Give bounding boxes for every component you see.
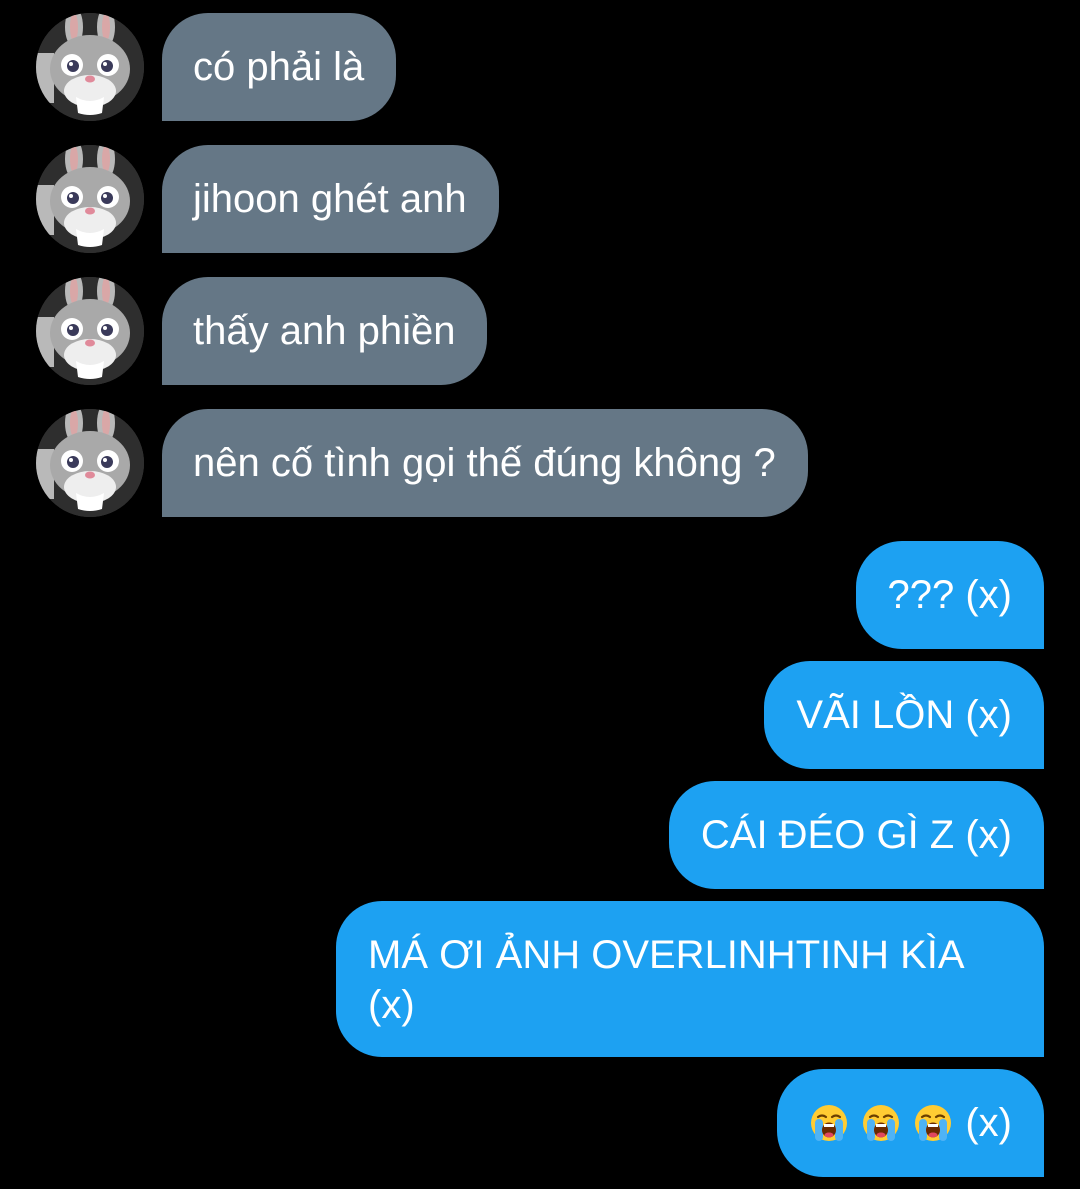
incoming-message-bubble[interactable]: thấy anh phiền [162,277,488,385]
message-text: (x) [965,1101,1012,1145]
message-text: nên cố tình gọi thế đúng không ? [193,441,776,485]
outgoing-message-bubble[interactable]: ??? (x) [855,541,1044,649]
incoming-message-bubble[interactable]: jihoon ghét anh [162,145,499,253]
outgoing-message-bubble[interactable]: MÁ ƠI ẢNH OVERLINHTINH KÌA (x) [336,901,1044,1057]
message-text: MÁ ƠI ẢNH OVERLINHTINH KÌA (x) [368,933,963,1027]
outgoing-message-bubble[interactable]: (x) [777,1069,1044,1177]
loudly-crying-face-icon [861,1103,901,1143]
loudly-crying-face-icon [809,1103,849,1143]
loudly-crying-face-icon [913,1103,953,1143]
message-text: VÃI LỒN (x) [796,693,1012,737]
outgoing-message-bubble[interactable]: CÁI ĐÉO GÌ Z (x) [668,781,1044,889]
outgoing-message-bubble[interactable]: VÃI LỒN (x) [764,661,1044,769]
conversation-thread: có phải là jihoon ghét anh thấy anh phiề… [0,0,1080,1189]
message-text: có phải là [193,45,365,89]
contact-avatar-icon[interactable] [36,277,144,385]
contact-avatar-icon[interactable] [36,13,144,121]
contact-avatar-icon[interactable] [36,409,144,517]
contact-avatar-icon[interactable] [36,145,144,253]
message-text: CÁI ĐÉO GÌ Z (x) [700,813,1012,857]
message-text: ??? (x) [887,573,1013,617]
message-text: jihoon ghét anh [193,177,467,221]
message-text: thấy anh phiền [193,309,456,353]
incoming-message-bubble[interactable]: có phải là [162,13,397,121]
incoming-message-bubble[interactable]: nên cố tình gọi thế đúng không ? [162,409,808,517]
